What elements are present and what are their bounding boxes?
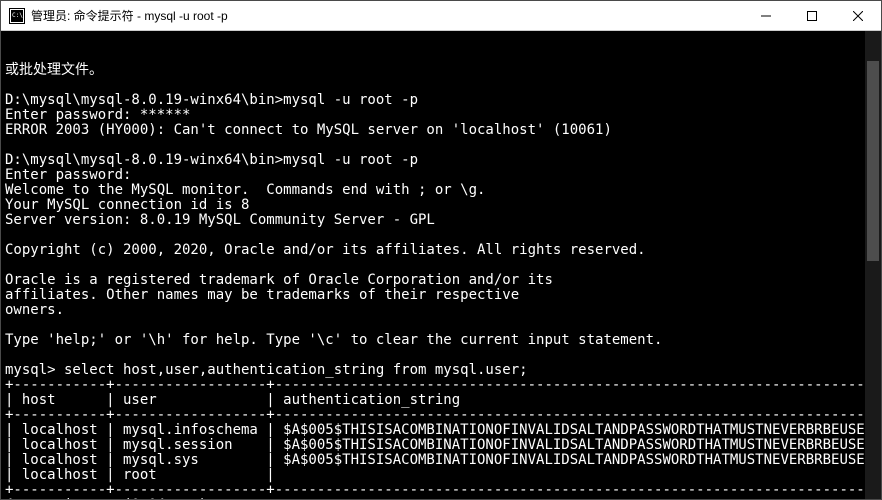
terminal-output: 或批处理文件。 D:\mysql\mysql-8.0.19-winx64\bin… bbox=[5, 63, 877, 499]
window-title: 管理员: 命令提示符 - mysql -u root -p bbox=[31, 7, 743, 24]
vertical-scrollbar[interactable] bbox=[865, 31, 881, 499]
terminal-area[interactable]: 或批处理文件。 D:\mysql\mysql-8.0.19-winx64\bin… bbox=[1, 31, 881, 499]
close-button[interactable] bbox=[835, 1, 881, 30]
maximize-button[interactable] bbox=[789, 1, 835, 30]
minimize-button[interactable] bbox=[743, 1, 789, 30]
titlebar[interactable]: C:\ 管理员: 命令提示符 - mysql -u root -p bbox=[1, 1, 881, 31]
window-controls bbox=[743, 1, 881, 30]
cmd-window: C:\ 管理员: 命令提示符 - mysql -u root -p 或批处理文件… bbox=[0, 0, 882, 500]
cmd-icon: C:\ bbox=[9, 8, 25, 24]
scrollbar-thumb[interactable] bbox=[867, 61, 879, 261]
svg-text:C:\: C:\ bbox=[12, 12, 23, 19]
